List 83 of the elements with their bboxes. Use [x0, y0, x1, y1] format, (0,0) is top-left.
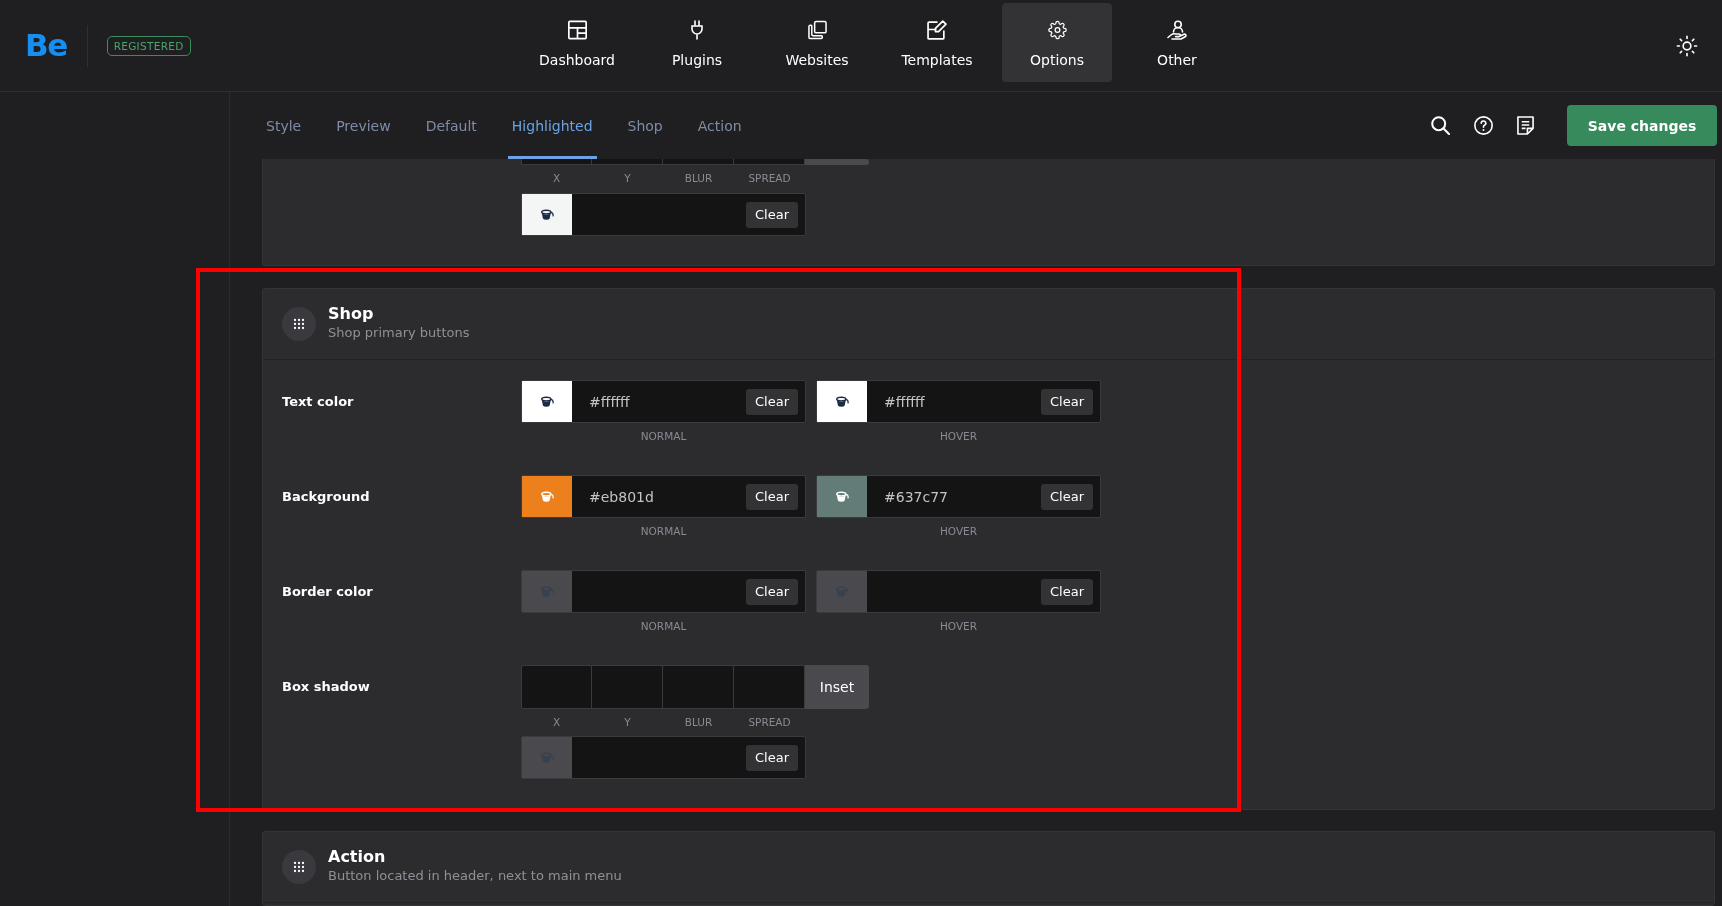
- color-swatch[interactable]: [817, 381, 867, 422]
- clear-button[interactable]: Clear: [746, 483, 798, 510]
- paint-bucket-icon: [540, 490, 554, 503]
- row-label: Text color: [282, 393, 355, 411]
- paint-bucket-icon: [835, 490, 849, 503]
- drag-handle-icon[interactable]: [282, 850, 316, 884]
- settings-icon: [1047, 20, 1067, 40]
- tab[interactable]: Shop: [623, 92, 667, 159]
- paint-bucket-icon: [835, 395, 849, 408]
- field-caption: Y: [623, 716, 632, 728]
- input-field[interactable]: [521, 665, 592, 709]
- section-subtitle: Shop primary buttons: [328, 324, 470, 341]
- input-field[interactable]: [663, 665, 734, 709]
- section-subtitle: Button located in header, next to main menu: [328, 867, 622, 884]
- color-swatch[interactable]: [522, 476, 572, 517]
- clear-button[interactable]: Clear: [746, 388, 798, 415]
- clear-button[interactable]: Clear: [746, 201, 798, 228]
- save-button[interactable]: Save changes: [1567, 105, 1717, 146]
- color-swatch[interactable]: [522, 737, 572, 778]
- field-caption: X: [551, 716, 562, 728]
- clear-button[interactable]: Clear: [1041, 578, 1093, 605]
- color-swatch[interactable]: [522, 194, 572, 235]
- inset-button[interactable]: [805, 159, 869, 165]
- field-caption: HOVER: [939, 430, 978, 442]
- field-caption: BLUR: [683, 172, 714, 184]
- clear-button[interactable]: Clear: [1041, 483, 1093, 510]
- tab[interactable]: Preview: [332, 92, 395, 159]
- notes-icon[interactable]: [1517, 116, 1534, 135]
- paint-bucket-icon: [540, 208, 554, 221]
- row-label: Background: [282, 488, 371, 506]
- inset-button[interactable]: Inset: [805, 665, 869, 709]
- nav-item[interactable]: Websites: [762, 3, 872, 82]
- search-icon[interactable]: [1431, 116, 1450, 135]
- color-input-field[interactable]: #ffffff: [867, 381, 1041, 422]
- field-caption: SPREAD: [747, 716, 792, 728]
- color-input-field[interactable]: #eb801d: [572, 476, 746, 517]
- section-title: Action: [328, 846, 387, 867]
- tab[interactable]: Default: [421, 92, 481, 159]
- clear-button[interactable]: Clear: [1041, 388, 1093, 415]
- nav-item[interactable]: Dashboard: [522, 3, 632, 82]
- input-field[interactable]: [734, 159, 805, 165]
- color-swatch[interactable]: [817, 476, 867, 517]
- color-swatch[interactable]: [817, 571, 867, 612]
- field-caption: NORMAL: [640, 620, 687, 632]
- nav-item[interactable]: Plugins: [642, 3, 752, 82]
- nav-item[interactable]: Templates: [882, 3, 992, 82]
- field-caption: NORMAL: [640, 430, 687, 442]
- row-label: Box shadow: [282, 678, 371, 696]
- row-label: Border color: [282, 583, 374, 601]
- logo[interactable]: Be: [25, 30, 67, 61]
- stacked-squares-icon: [807, 20, 827, 40]
- plug-icon: [691, 20, 703, 40]
- sun-icon[interactable]: [1676, 34, 1698, 57]
- field-caption: X: [551, 172, 562, 184]
- drag-handle-icon[interactable]: [282, 307, 316, 341]
- section-title: Shop: [328, 303, 375, 324]
- person-hand-icon: [1167, 20, 1187, 40]
- field-caption: SPREAD: [747, 172, 792, 184]
- status-badge: REGISTERED: [106, 35, 191, 56]
- field-caption: BLUR: [683, 716, 714, 728]
- input-field[interactable]: [592, 665, 663, 709]
- clear-button[interactable]: Clear: [746, 578, 798, 605]
- field-caption: HOVER: [939, 525, 978, 537]
- tab[interactable]: Action: [693, 92, 746, 159]
- layout-grid-icon: [567, 20, 587, 40]
- nav-item[interactable]: Other: [1122, 3, 1232, 82]
- color-swatch[interactable]: [522, 571, 572, 612]
- window-pencil-icon: [927, 20, 947, 40]
- color-input-field[interactable]: #ffffff: [572, 381, 746, 422]
- color-input-field[interactable]: #637c77: [867, 476, 1041, 517]
- color-swatch[interactable]: [522, 381, 572, 422]
- tab[interactable]: Style: [262, 92, 306, 159]
- input-field[interactable]: [592, 159, 663, 165]
- paint-bucket-icon: [540, 395, 554, 408]
- help-icon[interactable]: [1474, 116, 1493, 135]
- field-caption: Y: [623, 172, 632, 184]
- clear-button[interactable]: Clear: [746, 744, 798, 771]
- input-field[interactable]: [734, 665, 805, 709]
- field-caption: HOVER: [939, 620, 978, 632]
- input-field[interactable]: [663, 159, 734, 165]
- input-field[interactable]: [521, 159, 592, 165]
- field-caption: NORMAL: [640, 525, 687, 537]
- nav-item[interactable]: Options: [1002, 3, 1112, 82]
